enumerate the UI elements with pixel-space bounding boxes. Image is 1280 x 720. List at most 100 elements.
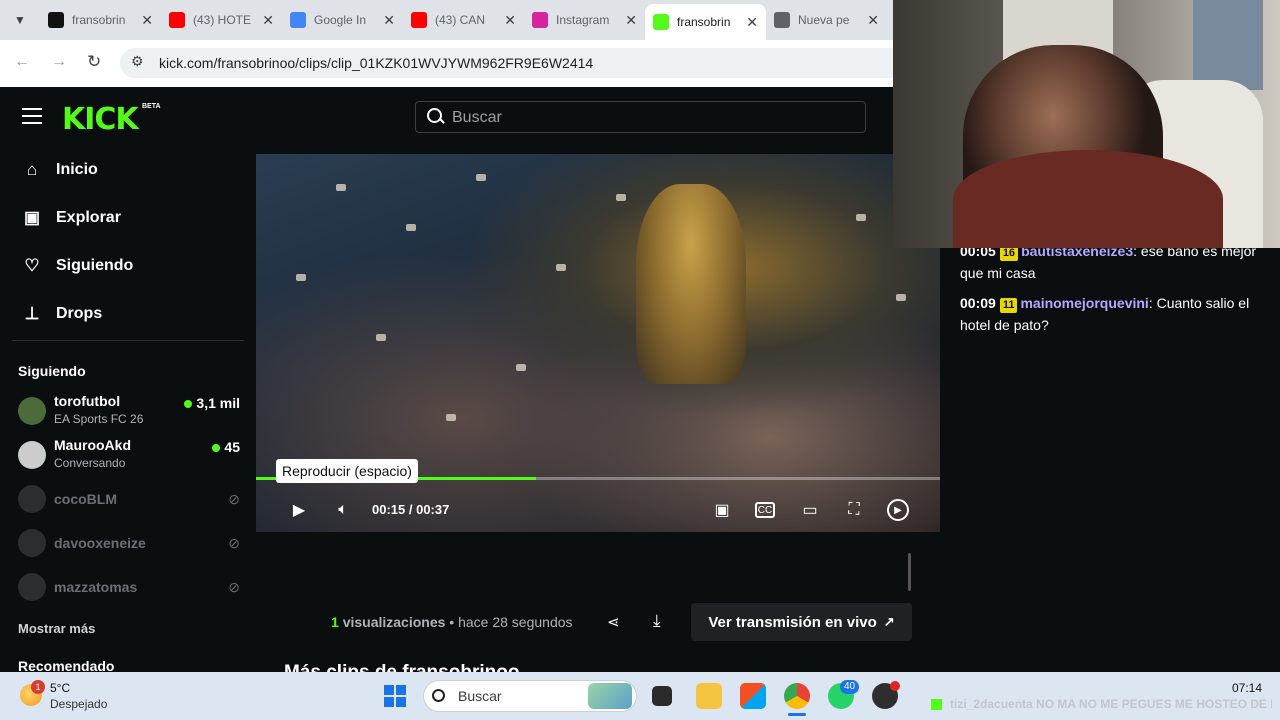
browser-tab[interactable]: Nueva pe ✕ (766, 6, 887, 34)
sub-badge: 16 (999, 246, 1019, 261)
watch-live-button[interactable]: Ver transmisión en vivo ↗ (691, 603, 912, 641)
tab-title: Instagram (556, 13, 610, 27)
nav-explorar[interactable]: ▣ Explorar (22, 208, 121, 228)
clock[interactable]: 07:14 (1232, 681, 1262, 695)
following-item-cocoblm[interactable]: cocoBLM ⊘ (18, 481, 240, 521)
tab-title: Nueva pe (798, 13, 850, 27)
browser-tab[interactable]: fransobrin ✕ (40, 6, 161, 34)
following-item-davooxeneize[interactable]: davooxeneize ⊘ (18, 525, 240, 565)
avatar (18, 529, 46, 557)
following-item-maurooakd[interactable]: MaurooAkd Conversando 45 (18, 437, 240, 477)
nav-label: Siguiendo (56, 257, 134, 274)
time-display: 00:15 / 00:37 (372, 502, 450, 517)
share-icon[interactable]: ⋖ (607, 613, 620, 631)
show-more-link[interactable]: Mostrar más (18, 621, 95, 636)
taskbar-search-label: Buscar (458, 688, 502, 704)
scrollbar[interactable] (908, 553, 911, 591)
theater-mode-icon[interactable]: ▭ (799, 499, 821, 521)
sidebar-divider (12, 340, 244, 341)
close-tab-icon[interactable]: ✕ (504, 12, 516, 29)
browser-tab[interactable]: fransobrin ✕ (645, 4, 766, 40)
microsoft-store-icon[interactable] (740, 683, 766, 709)
file-explorer-icon[interactable] (696, 683, 722, 709)
clip-views: 1 visualizaciones • hace 28 segundos (331, 614, 573, 630)
windows-start-icon[interactable] (384, 685, 406, 707)
fullscreen-icon[interactable]: ⛶ (843, 499, 865, 521)
avatar (18, 397, 46, 425)
wall-poster (1193, 0, 1263, 90)
menu-icon[interactable] (22, 108, 42, 124)
nav-drops[interactable]: ⊥ Drops (22, 304, 103, 324)
captions-icon[interactable]: CC (755, 502, 775, 518)
browse-icon: ▣ (23, 208, 41, 227)
forward-icon[interactable]: → (51, 53, 67, 71)
sub-badge: 11 (999, 298, 1018, 313)
tab-title: fransobrin (72, 13, 126, 27)
google-icon (290, 12, 306, 28)
clip-age: • hace 28 segundos (449, 614, 573, 630)
tiktok-icon (48, 12, 64, 28)
following-title: Siguiendo (18, 363, 86, 379)
tab-title: fransobrin (677, 15, 731, 29)
chrome-icon[interactable] (784, 683, 810, 709)
volume-icon[interactable]: 🔈︎ (332, 499, 354, 521)
views-count: 1 (331, 614, 339, 630)
miniplayer-icon[interactable]: ▣ (711, 499, 733, 521)
tab-title: (43) CAN (435, 13, 486, 27)
following-item-torofutbol[interactable]: torofutbol EA Sports FC 26 3,1 mil (18, 393, 240, 433)
reload-icon[interactable]: ↻ (87, 52, 101, 72)
avatar (18, 485, 46, 513)
recording-dot-icon (890, 681, 900, 691)
site-info-icon[interactable]: ⚙ (131, 53, 144, 70)
tab-list-dropdown-icon[interactable]: ▼ (10, 10, 30, 30)
tab-title: Google In (314, 13, 367, 27)
trophy-image (636, 184, 746, 384)
browser-tab[interactable]: Google In ✕ (282, 6, 403, 34)
active-app-indicator (788, 713, 806, 716)
close-tab-icon[interactable]: ✕ (746, 14, 758, 31)
tab-title: (43) HOTE (193, 13, 252, 27)
kick-icon (653, 14, 669, 30)
browser-tab[interactable]: Instagram ✕ (524, 6, 645, 34)
back-icon[interactable]: ← (14, 53, 30, 71)
kick-logo[interactable]: KICK (62, 102, 139, 137)
nav-siguiendo[interactable]: ♡ Siguiendo (22, 256, 133, 276)
watch-live-label: Ver transmisión en vivo (708, 613, 877, 631)
offline-icon: ⊘ (228, 579, 240, 595)
beta-badge: BETA (142, 103, 161, 110)
close-tab-icon[interactable]: ✕ (867, 12, 879, 29)
search-highlight-icon (588, 683, 632, 709)
drops-icon: ⊥ (24, 304, 40, 323)
duration: 00:37 (416, 502, 450, 517)
live-dot-icon (184, 400, 193, 408)
close-tab-icon[interactable]: ✕ (141, 12, 153, 29)
close-tab-icon[interactable]: ✕ (262, 12, 274, 29)
task-view-icon[interactable] (652, 686, 672, 706)
nav-inicio[interactable]: ⌂ Inicio (22, 160, 98, 180)
channel-name: davooxeneize (54, 535, 146, 551)
browser-tab[interactable]: (43) CAN ✕ (403, 6, 524, 34)
channel-name: mazzatomas (54, 579, 138, 595)
search-icon (432, 689, 445, 702)
download-icon[interactable]: ⤓ (653, 611, 661, 631)
following-item-mazzatomas[interactable]: mazzatomas ⊘ (18, 569, 240, 609)
weather-temp[interactable]: 5°C (50, 681, 70, 695)
channel-name: MaurooAkd (54, 437, 131, 453)
chat-username[interactable]: mainomejorquevini (1020, 295, 1148, 311)
play-tooltip: Reproducir (espacio) (276, 459, 418, 483)
whatsapp-badge: 40 (840, 680, 860, 694)
play-icon[interactable]: ▶ (288, 499, 310, 521)
windows-taskbar (0, 672, 1280, 720)
offline-icon: ⊘ (228, 535, 240, 551)
search-placeholder: Buscar (452, 109, 502, 126)
close-tab-icon[interactable]: ✕ (383, 12, 395, 29)
weather-desc: Despejado (50, 697, 108, 711)
playback-speed-icon[interactable]: ▶ (887, 499, 909, 521)
browser-tab[interactable]: (43) HOTE ✕ (161, 6, 282, 34)
weather-notification-badge: 1 (31, 680, 45, 694)
kick-overlay-icon (931, 699, 942, 710)
current-time: 00:15 (372, 502, 406, 517)
url-text[interactable]: kick.com/fransobrinoo/clips/clip_01KZK01… (159, 55, 593, 71)
close-tab-icon[interactable]: ✕ (625, 12, 637, 29)
channel-name: cocoBLM (54, 491, 117, 507)
